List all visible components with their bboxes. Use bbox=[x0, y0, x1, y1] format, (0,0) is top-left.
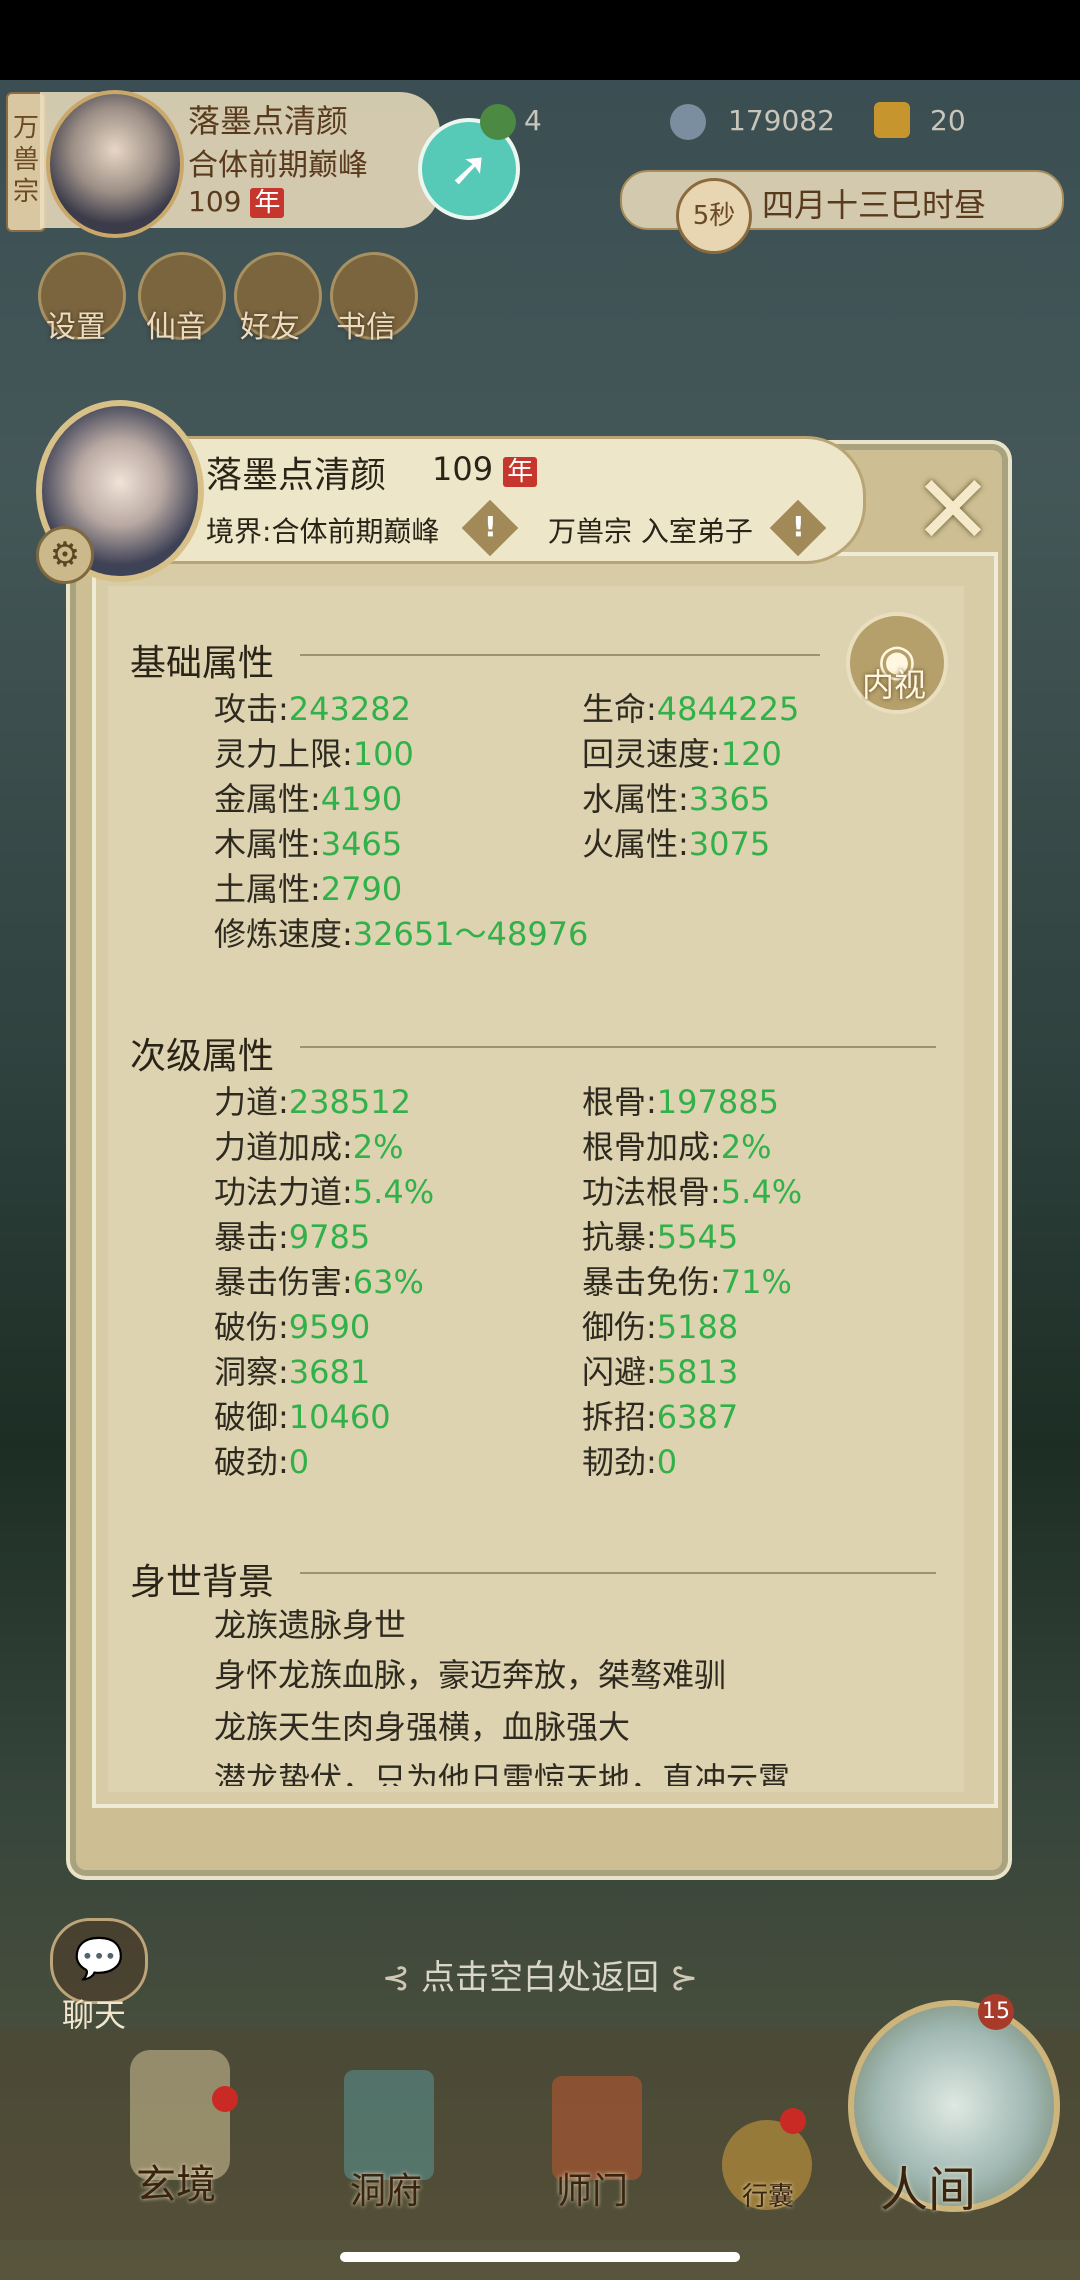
nav-dongfu[interactable]: 洞府 bbox=[350, 2162, 422, 2214]
attr-tenacity: 韧劲:0 bbox=[582, 1443, 678, 1481]
inner-view-label: 内视 bbox=[861, 666, 926, 704]
gold-token-icon bbox=[874, 102, 910, 138]
sect-rank: 万兽宗 入室弟子 bbox=[548, 515, 753, 548]
settings-label: 设置 bbox=[46, 310, 106, 345]
attr-fire: 火属性:3075 bbox=[582, 825, 771, 863]
notification-dot bbox=[212, 2086, 238, 2112]
close-button[interactable]: ✕ bbox=[900, 460, 1006, 560]
attr-attack: 攻击:243282 bbox=[214, 690, 411, 728]
year-badge: 年 bbox=[250, 188, 285, 218]
attr-metal: 金属性:4190 bbox=[214, 780, 403, 818]
attr-strength: 力道:238512 bbox=[214, 1083, 411, 1121]
attr-dodge: 闪避:5813 bbox=[582, 1353, 739, 1391]
game-date: 四月十三巳时昼 bbox=[762, 186, 987, 224]
sect-warning-icon[interactable]: ! bbox=[769, 499, 827, 557]
coin-count: 179082 bbox=[728, 104, 835, 137]
attr-pierce-damage: 破伤:9590 bbox=[214, 1308, 371, 1346]
basic-attributes-title: 基础属性 bbox=[130, 643, 275, 684]
attr-wood: 木属性:3465 bbox=[214, 825, 403, 863]
timer-badge: 5秒 bbox=[676, 178, 752, 254]
attr-damage-defense: 御伤:5188 bbox=[582, 1308, 739, 1346]
player-portrait[interactable] bbox=[46, 90, 184, 238]
attr-earth: 土属性:2790 bbox=[214, 870, 403, 908]
realm-warning-icon[interactable]: ! bbox=[461, 499, 519, 557]
year-badge: 年 bbox=[503, 457, 538, 487]
attr-crit-resist: 抗暴:5545 bbox=[582, 1218, 739, 1256]
attr-skill-constitution: 功法根骨:5.4% bbox=[582, 1173, 803, 1211]
background-text-area[interactable]: 龙族遗脉身世 身怀龙族血脉，豪迈奔放，桀骜难驯 龙族天生肉身强横，血脉强大 潜龙… bbox=[214, 1600, 964, 1786]
nav-renjian[interactable]: 人间 bbox=[880, 2150, 976, 2220]
attr-cultivation-speed: 修炼速度:32651～48976 bbox=[214, 915, 589, 953]
gear-icon[interactable]: ⚙ bbox=[36, 526, 94, 584]
nav-bag[interactable]: 行囊 bbox=[742, 2176, 794, 2213]
home-indicator[interactable] bbox=[340, 2252, 740, 2262]
attr-constitution-bonus: 根骨加成:2% bbox=[582, 1128, 772, 1166]
attr-break-force: 破劲:0 bbox=[214, 1443, 310, 1481]
character-age: 109 年 bbox=[432, 450, 538, 488]
player-age: 109 年 bbox=[188, 182, 285, 219]
player-name: 落墨点清颜 bbox=[188, 102, 349, 140]
attr-crit-damage-reduction: 暴击免伤:71% bbox=[582, 1263, 792, 1301]
attr-crit: 暴击:9785 bbox=[214, 1218, 371, 1256]
background-line: 潜龙蛰伏，只为他日雷惊天地，直冲云霄 bbox=[214, 1760, 791, 1786]
background-line: 身怀龙族血脉，豪迈奔放，桀骜难驯 bbox=[214, 1656, 727, 1694]
attr-constitution: 根骨:197885 bbox=[582, 1083, 779, 1121]
jade-count: 4 bbox=[524, 104, 542, 137]
return-hint[interactable]: ⊰ 点击空白处返回 ⊱ bbox=[0, 1950, 1080, 1999]
attr-insight: 洞察:3681 bbox=[214, 1353, 371, 1391]
attr-pierce-defense: 破御:10460 bbox=[214, 1398, 391, 1436]
background-line: 龙族遗脉身世 bbox=[214, 1606, 407, 1644]
notification-dot bbox=[780, 2108, 806, 2134]
music-label: 仙音 bbox=[146, 310, 206, 345]
character-name: 落墨点清颜 bbox=[206, 455, 387, 496]
section-divider bbox=[300, 1572, 936, 1574]
secondary-attributes-title: 次级属性 bbox=[130, 1036, 275, 1077]
badge-count: 15 bbox=[978, 1994, 1014, 2030]
attr-water: 水属性:3365 bbox=[582, 780, 771, 818]
coin-icon bbox=[670, 104, 706, 140]
background-line: 龙族天生肉身强横，血脉强大 bbox=[214, 1708, 631, 1746]
background-title: 身世背景 bbox=[130, 1562, 275, 1603]
attr-hp: 生命:4844225 bbox=[582, 690, 800, 728]
jade-icon bbox=[480, 104, 516, 140]
attr-strength-bonus: 力道加成:2% bbox=[214, 1128, 404, 1166]
attr-skill-strength: 功法力道:5.4% bbox=[214, 1173, 435, 1211]
attr-mana-regen: 回灵速度:120 bbox=[582, 735, 782, 773]
realm-row: 境界:合体前期巅峰 bbox=[206, 515, 440, 548]
section-divider bbox=[300, 654, 820, 656]
gold-token-count: 20 bbox=[930, 104, 966, 137]
nav-shimen[interactable]: 师门 bbox=[556, 2162, 628, 2214]
attr-mana-cap: 灵力上限:100 bbox=[214, 735, 414, 773]
friends-label: 好友 bbox=[240, 310, 300, 345]
nav-xuanjing[interactable]: 玄境 bbox=[136, 2152, 216, 2210]
attr-crit-damage: 暴击伤害:63% bbox=[214, 1263, 424, 1301]
section-divider bbox=[300, 1046, 936, 1048]
player-realm: 合体前期巅峰 bbox=[188, 148, 368, 183]
mail-label: 书信 bbox=[336, 310, 396, 345]
attr-counter: 拆招:6387 bbox=[582, 1398, 739, 1436]
